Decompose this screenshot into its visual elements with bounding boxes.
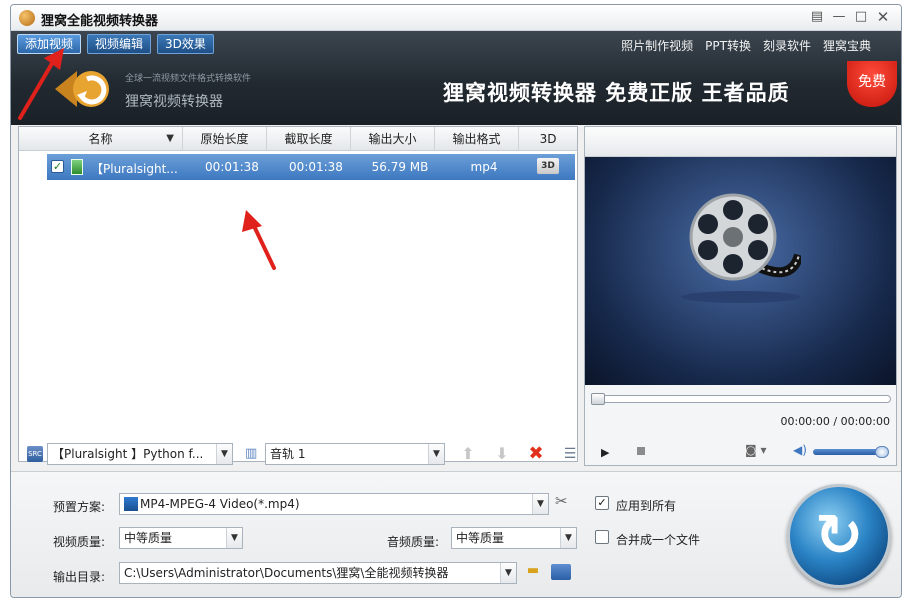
- table-row[interactable]: ✓ 【Pluralsight... 00:01:38 00:01:38 56.7…: [47, 154, 575, 180]
- header-banner: 添加视频 视频编辑 3D效果 照片制作视频 PPT转换 刻录软件 狸窝宝典 全球…: [11, 31, 901, 125]
- link-liwo-guide[interactable]: 狸窝宝典: [823, 37, 871, 54]
- column-output-size[interactable]: 输出大小: [351, 127, 435, 151]
- banner-subtitle: 全球一流视频文件格式转换软件: [125, 74, 252, 84]
- file-list-panel[interactable]: 名称 ▼ 原始长度 截取长度 输出大小 输出格式 3D ✓ 【Pluralsigh…: [18, 126, 578, 462]
- video-quality-select[interactable]: 中等质量 ▼: [119, 527, 243, 549]
- audio-track-select[interactable]: 音轨 1 ▼: [265, 443, 445, 465]
- output-size: 56.79 MB: [371, 160, 429, 174]
- audio-quality-select[interactable]: 中等质量 ▼: [451, 527, 577, 549]
- move-down-icon[interactable]: ⬇: [491, 443, 513, 465]
- close-icon[interactable]: ✕: [873, 8, 893, 26]
- settings-panel: 预置方案: MP4-MPEG-4 Video(*.mp4) ▼ ✂ ✓ 应用到所有…: [11, 471, 901, 597]
- chevron-down-icon[interactable]: ▼: [428, 444, 444, 464]
- title-bar: 狸窝全能视频转换器 ▤ — □ ✕: [11, 5, 901, 31]
- output-format: mp4: [470, 160, 498, 174]
- move-up-icon[interactable]: ⬆: [457, 443, 479, 465]
- settings-tools-icon[interactable]: ✂: [555, 492, 568, 510]
- column-cut-length[interactable]: 截取长度: [267, 127, 351, 151]
- link-burn-software[interactable]: 刻录软件: [763, 37, 811, 54]
- convert-icon: ↻: [814, 501, 864, 569]
- open-directory-icon[interactable]: [551, 564, 571, 580]
- delete-icon[interactable]: ✖: [525, 443, 547, 465]
- maximize-icon[interactable]: □: [851, 8, 871, 26]
- merge-label[interactable]: 合并成一个文件: [616, 531, 700, 548]
- film-reel-icon: [681, 193, 801, 303]
- apply-all-checkbox[interactable]: ✓: [595, 496, 609, 510]
- tab-3d-effect[interactable]: 3D效果: [157, 34, 214, 54]
- column-original-length[interactable]: 原始长度: [183, 127, 267, 151]
- sort-arrow-icon[interactable]: ▼: [166, 127, 174, 151]
- cut-length: 00:01:38: [289, 160, 343, 174]
- link-photo-video[interactable]: 照片制作视频: [621, 37, 693, 54]
- preset-icon: [124, 497, 138, 511]
- play-icon[interactable]: ▶: [601, 446, 609, 459]
- file-list-header: 名称 ▼ 原始长度 截取长度 输出大小 输出格式 3D: [19, 127, 577, 151]
- volume-handle[interactable]: [875, 446, 889, 458]
- banner-slogan: 狸窝视频转换器 免费正版 王者品质: [443, 80, 790, 105]
- output-dir-label: 输出目录:: [53, 570, 106, 584]
- seek-handle[interactable]: [591, 393, 605, 405]
- time-readout: 00:00:00 / 00:00:00: [780, 415, 890, 428]
- stop-icon[interactable]: [637, 447, 645, 455]
- chevron-down-icon[interactable]: ▼: [560, 528, 576, 548]
- seek-slider[interactable]: [591, 393, 891, 405]
- preset-select[interactable]: MP4-MPEG-4 Video(*.mp4) ▼: [119, 493, 549, 515]
- top-links: 照片制作视频 PPT转换 刻录软件 狸窝宝典: [621, 37, 871, 54]
- apply-all-label[interactable]: 应用到所有: [616, 497, 676, 514]
- audio-quality-label: 音频质量:: [387, 535, 440, 549]
- app-window: 狸窝全能视频转换器 ▤ — □ ✕ 添加视频 视频编辑 3D效果 照片制作视频 …: [10, 4, 902, 598]
- menu-icon[interactable]: ▤: [807, 8, 827, 26]
- top-tabs: 添加视频 视频编辑 3D效果: [17, 34, 214, 54]
- 3d-icon[interactable]: 3D: [537, 158, 559, 174]
- subtitle-track-select[interactable]: 【Pluralsight 】Python f... ▼: [47, 443, 233, 465]
- tab-add-video[interactable]: 添加视频: [17, 34, 82, 54]
- banner-logo-icon: [55, 71, 109, 107]
- volume-icon[interactable]: ◀): [793, 443, 807, 457]
- checkbox-icon[interactable]: ✓: [51, 160, 64, 173]
- audio-track-icon: ▥: [245, 446, 258, 461]
- chevron-down-icon[interactable]: ▼: [226, 528, 242, 548]
- original-length: 00:01:38: [205, 160, 259, 174]
- folder-icon[interactable]: ▬: [523, 563, 543, 581]
- video-quality-label: 视频质量:: [53, 535, 106, 549]
- video-preview-screen[interactable]: [585, 157, 896, 385]
- window-title: 狸窝全能视频转换器: [41, 14, 159, 29]
- preview-panel: 00:00:00 / 00:00:00 ▶ ◙ ▾ ◀): [584, 126, 897, 466]
- camera-icon[interactable]: ◙ ▾: [745, 443, 766, 457]
- chevron-down-icon[interactable]: ▼: [216, 444, 232, 464]
- column-3d[interactable]: 3D: [519, 127, 577, 151]
- free-badge: 免费: [847, 61, 897, 107]
- subtitle-icon: SRC: [27, 446, 43, 462]
- convert-button[interactable]: ↻: [787, 484, 891, 588]
- chevron-down-icon[interactable]: ▼: [500, 563, 516, 583]
- app-logo-icon: [19, 10, 35, 26]
- minimize-icon[interactable]: —: [829, 8, 849, 26]
- preset-label: 预置方案:: [53, 500, 106, 514]
- preview-header: [585, 127, 896, 157]
- column-output-format[interactable]: 输出格式: [435, 127, 519, 151]
- video-file-icon: [71, 159, 83, 175]
- output-dir-select[interactable]: C:\Users\Administrator\Documents\狸窝\全能视频…: [119, 562, 517, 584]
- merge-checkbox[interactable]: [595, 530, 609, 544]
- banner-product-name: 狸窝视频转换器: [125, 94, 223, 110]
- volume-slider[interactable]: [813, 446, 889, 458]
- file-name: 【Pluralsight...: [91, 162, 178, 176]
- column-name[interactable]: 名称 ▼: [19, 127, 183, 151]
- clear-list-icon[interactable]: ☰: [559, 443, 581, 465]
- link-ppt-convert[interactable]: PPT转换: [705, 37, 751, 54]
- chevron-down-icon[interactable]: ▼: [532, 494, 548, 514]
- tab-video-edit[interactable]: 视频编辑: [87, 34, 152, 54]
